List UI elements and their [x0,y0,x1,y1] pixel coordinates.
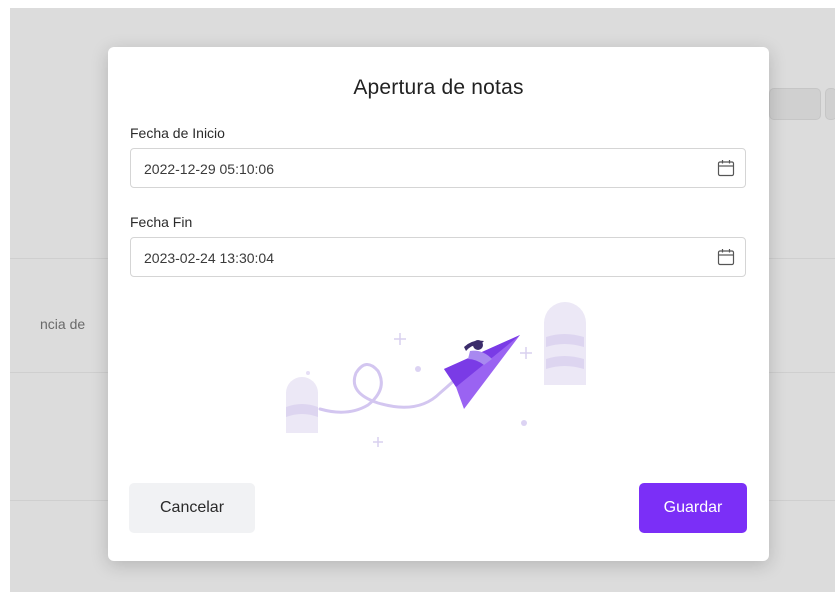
modal-title: Apertura de notas [353,76,524,99]
paper-plane-illustration [286,302,586,447]
start-date-value: 2022-12-29 05:10:06 [144,161,274,177]
start-date-field[interactable]: 2022-12-29 05:10:06 [130,148,746,188]
background-button [769,88,821,120]
background-text-fragment: ncia de [40,316,86,332]
end-date-value: 2023-02-24 13:30:04 [144,250,274,266]
save-button[interactable]: Guardar [639,483,747,533]
page-edge [0,0,10,592]
end-date-field[interactable]: 2023-02-24 13:30:04 [130,237,746,277]
note-opening-modal: Apertura de notas Fecha de Inicio 2022-1… [108,47,769,561]
end-date-label: Fecha Fin [130,214,193,230]
background-button [825,88,835,120]
start-date-label: Fecha de Inicio [130,125,225,141]
calendar-icon[interactable] [717,248,735,266]
calendar-icon[interactable] [717,159,735,177]
cancel-button[interactable]: Cancelar [129,483,255,533]
